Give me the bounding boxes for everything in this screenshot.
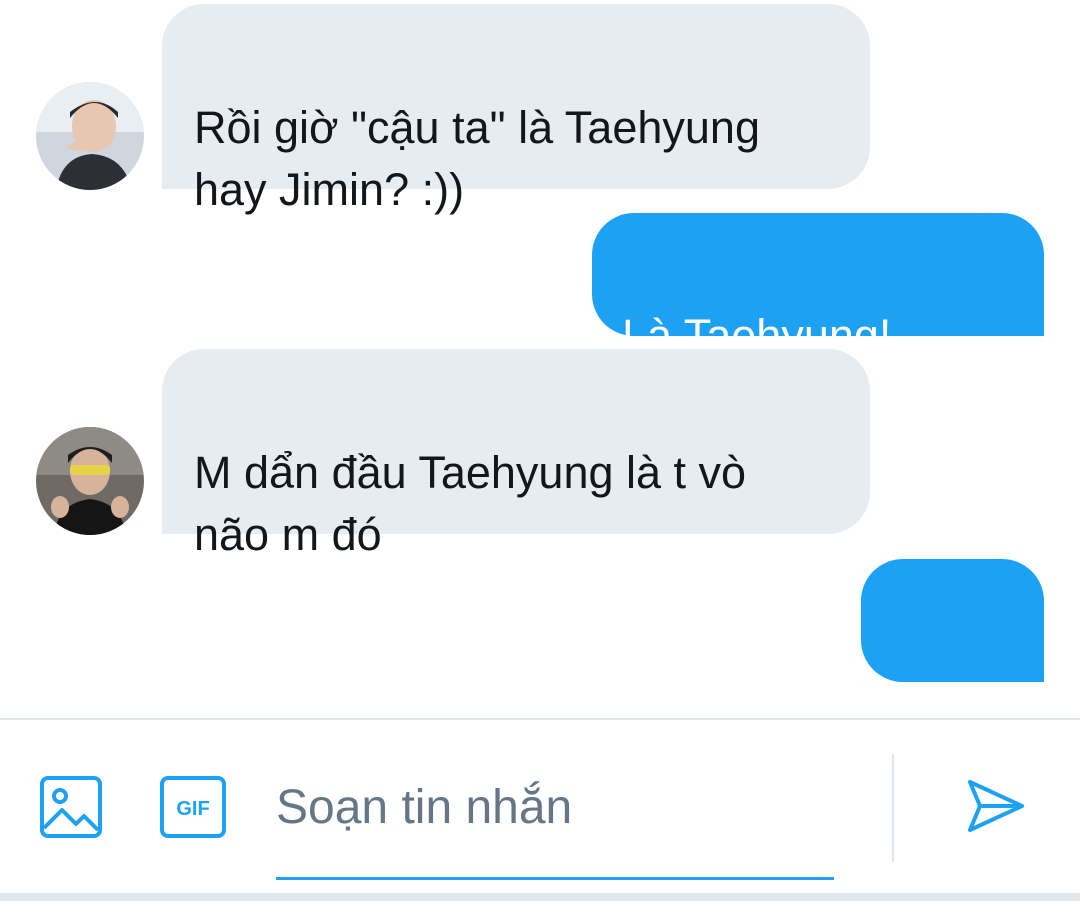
message-bubble-outgoing[interactable]: ... xyxy=(861,559,1044,838)
image-icon[interactable] xyxy=(40,776,102,843)
message-bubble-outgoing[interactable]: Là Taehyung! xyxy=(592,213,1044,474)
message-text: M dẩn đầu Taehyung là t vò não m đó xyxy=(194,447,747,560)
send-icon[interactable] xyxy=(966,776,1026,841)
message-composer: GIF xyxy=(0,718,1080,901)
avatar-photo-1 xyxy=(36,82,144,190)
bottom-bar xyxy=(0,893,1080,901)
message-text: Rồi giờ "cậu ta" là Taehyung hay Jimin? … xyxy=(194,102,760,215)
avatar-photo-2 xyxy=(36,427,144,535)
message-text: ... xyxy=(891,668,918,704)
message-input-container xyxy=(276,760,834,900)
message-bubble-incoming[interactable]: Rồi giờ "cậu ta" là Taehyung hay Jimin? … xyxy=(162,4,870,215)
input-underline xyxy=(276,877,834,880)
avatar[interactable] xyxy=(36,427,144,535)
gif-icon[interactable]: GIF xyxy=(160,776,226,843)
avatar[interactable] xyxy=(36,82,144,190)
gif-label: GIF xyxy=(176,798,209,820)
message-input[interactable] xyxy=(276,760,834,854)
message-bubble-incoming[interactable]: M dẩn đầu Taehyung là t vò não m đó xyxy=(162,349,870,560)
divider xyxy=(892,754,894,862)
message-list[interactable]: Rồi giờ "cậu ta" là Taehyung hay Jimin? … xyxy=(0,0,1080,838)
